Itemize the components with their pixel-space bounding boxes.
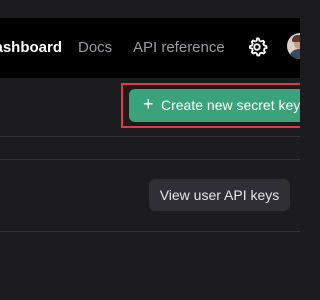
section-divider — [0, 136, 300, 137]
page: Dashboard Docs API reference + Create ne… — [0, 0, 300, 300]
section-divider — [0, 159, 300, 160]
user-avatar[interactable] — [287, 33, 300, 59]
avatar-hair — [292, 35, 300, 42]
view-user-api-keys-button[interactable]: View user API keys — [149, 179, 290, 211]
highlight-box — [121, 83, 300, 128]
top-strip — [0, 0, 300, 18]
nav-api-reference[interactable]: API reference — [133, 38, 225, 58]
nav-dashboard[interactable]: Dashboard — [0, 38, 62, 58]
gear-icon[interactable] — [246, 36, 268, 58]
nav-docs[interactable]: Docs — [78, 38, 112, 58]
section-divider — [0, 231, 300, 232]
avatar-body — [289, 49, 300, 59]
